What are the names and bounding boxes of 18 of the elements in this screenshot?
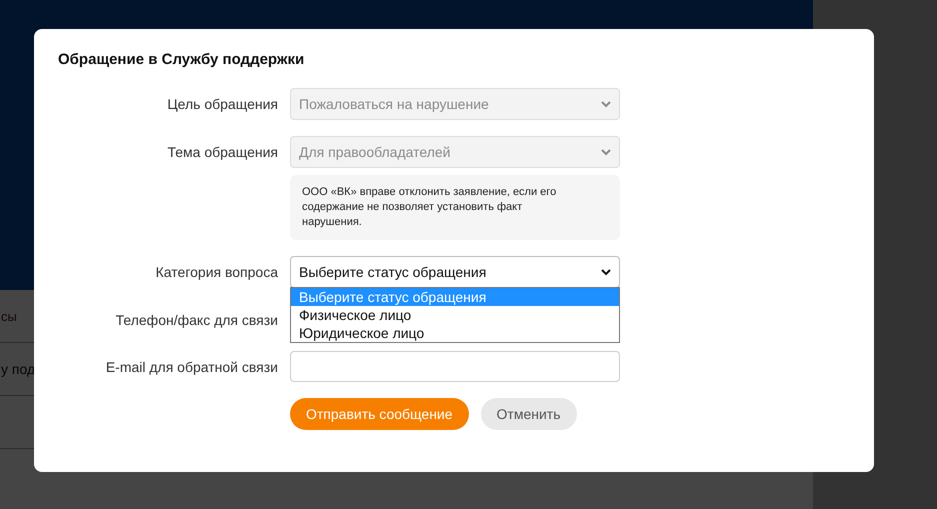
page-text: у под <box>1 361 36 377</box>
field-label: Тема обращения <box>166 144 279 160</box>
field-label: Телефон/факс для связи <box>114 312 279 328</box>
cancel-button[interactable]: Отменить <box>480 398 577 430</box>
dropdown-option[interactable]: Физическое лицо <box>291 306 619 324</box>
caret-icon <box>601 268 611 276</box>
caret-icon <box>601 148 611 156</box>
input-field[interactable] <box>290 351 620 382</box>
field-label: E-mail для обратной связи <box>104 358 279 374</box>
field-label: Категория вопроса <box>154 264 279 280</box>
tab-text: сы <box>1 308 17 324</box>
caret-icon <box>601 100 611 108</box>
dropdown-select[interactable]: Выберите статус обращения <box>290 256 620 288</box>
field-label: Цель обращения <box>166 96 279 112</box>
dropdown-option[interactable]: Юридическое лицо <box>291 324 619 342</box>
dropdown-option[interactable]: Выберите статус обращения <box>291 288 619 306</box>
notice-text: ООО «ВК» вправе отклонить заявление, если его содержание не позволяет установить факт нарушения. <box>290 175 620 240</box>
dialog-title: Обращение в Службу поддержки <box>58 51 304 68</box>
